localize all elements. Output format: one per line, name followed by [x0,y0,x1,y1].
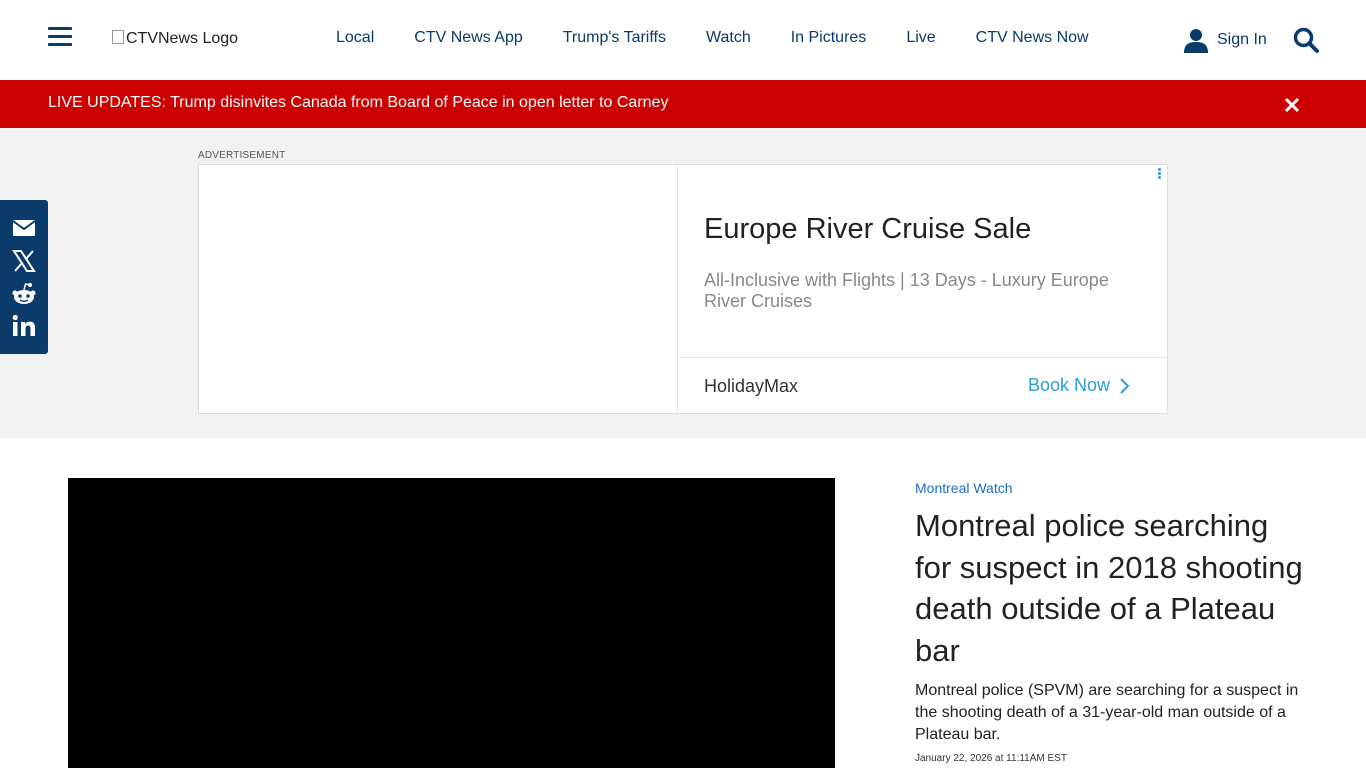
ad-label: ADVERTISEMENT [198,150,286,161]
article-summary: Montreal police (SPVM) are searching for… [915,682,1299,743]
article-date: January 22, 2026 at 11:11AM EST [915,753,1067,764]
video-player[interactable] [68,478,835,768]
ad-book-now-button[interactable]: Book Now [1028,375,1130,396]
ad-cta-label: Book Now [1028,375,1111,395]
hamburger-menu-icon[interactable] [48,27,72,49]
sign-in-label: Sign In [1217,31,1267,48]
ctvnews-logo[interactable]: CTVNews Logo [112,30,238,48]
email-icon[interactable] [12,216,36,240]
ad-options-icon[interactable] [1158,168,1162,180]
x-icon[interactable] [12,249,36,273]
user-icon [1184,29,1208,53]
logo-alt-text: CTVNews Logo [126,30,239,47]
main-nav: Local CTV News App Trump's Tariffs Watch… [336,29,1089,47]
ad-brand: HolidayMax [704,376,799,396]
ad-title[interactable]: Europe River Cruise Sale [704,213,1031,246]
article-kicker[interactable]: Montreal Watch [915,480,1013,496]
nav-watch[interactable]: Watch [706,29,751,47]
article-headline: Montreal police searching for suspect in… [915,508,1303,668]
breaking-news-link[interactable]: LIVE UPDATES: Trump disinvites Canada fr… [48,94,668,112]
ad-divider [679,357,1167,358]
advertisement-area: ADVERTISEMENT Europe River Cruise Sale A… [0,128,1366,438]
broken-image-icon [112,30,124,44]
nav-ctv-news-now[interactable]: CTV News Now [976,29,1089,47]
search-icon[interactable] [1293,27,1319,58]
reddit-icon[interactable] [12,282,36,306]
chevron-right-icon [1120,377,1130,394]
close-icon[interactable] [1284,97,1300,118]
nav-local[interactable]: Local [336,29,374,47]
ad-image[interactable] [199,165,678,413]
nav-live[interactable]: Live [906,29,935,47]
nav-trumps-tariffs[interactable]: Trump's Tariffs [563,29,666,47]
breaking-news-banner: LIVE UPDATES: Trump disinvites Canada fr… [0,80,1366,128]
sign-in-button[interactable]: Sign In [1183,27,1267,53]
ad-unit[interactable]: Europe River Cruise Sale All-Inclusive w… [198,164,1168,414]
site-header: CTVNews Logo Local CTV News App Trump's … [0,0,1366,80]
ad-description: All-Inclusive with Flights | 13 Days - L… [704,270,1109,311]
linkedin-icon[interactable] [12,314,36,338]
nav-ctv-news-app[interactable]: CTV News App [414,29,522,47]
share-rail [0,200,48,354]
nav-in-pictures[interactable]: In Pictures [791,29,867,47]
